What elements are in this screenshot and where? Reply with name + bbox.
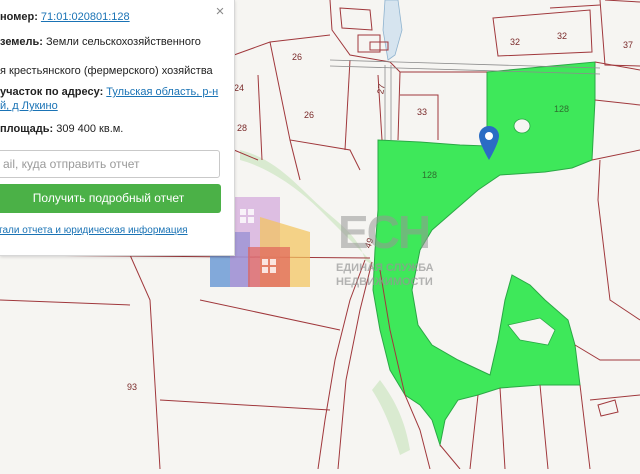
email-input[interactable] bbox=[0, 150, 220, 178]
parcel-label: 33 bbox=[417, 107, 428, 117]
address-label: участок по адресу: bbox=[0, 86, 104, 98]
parcel-label: 28 bbox=[237, 123, 248, 133]
parcel-label: 32 bbox=[510, 37, 521, 47]
parcel-label: 37 bbox=[623, 40, 634, 50]
parcel-label: 27 bbox=[375, 83, 387, 95]
close-icon[interactable]: × bbox=[213, 4, 227, 19]
logo-title: ЕСН bbox=[338, 206, 431, 258]
parcel-label: 26 bbox=[292, 52, 303, 62]
parcel-label: 128 bbox=[422, 170, 438, 180]
address-row-2: й, д Лукино bbox=[0, 99, 58, 113]
area-value: 309 400 кв.м. bbox=[56, 123, 124, 135]
land-category-row: земель: Земли сельскохозяйственного bbox=[0, 35, 201, 49]
address-row: участок по адресу: Тульская область, р-н bbox=[0, 85, 218, 99]
address-link-continued[interactable]: й, д Лукино bbox=[0, 100, 58, 112]
cadastral-number-link[interactable]: 71:01:020801:128 bbox=[41, 11, 130, 23]
parcel-label: 128 bbox=[554, 104, 570, 114]
parcel-hole bbox=[513, 118, 531, 134]
logo-subtitle: ЕДИНАЯ СЛУЖБА bbox=[336, 262, 434, 274]
parcel-label: 32 bbox=[557, 31, 568, 41]
esn-watermark-logo: ЕСН ЕДИНАЯ СЛУЖБА НЕДВИЖИМОСТИ bbox=[200, 187, 450, 297]
parcel-label: 26 bbox=[304, 110, 315, 120]
area-row: площадь: 309 400 кв.м. bbox=[0, 122, 123, 136]
permitted-use-row: я крестьянского (фермерского) хозяйства bbox=[0, 64, 213, 78]
water-strip bbox=[382, 0, 403, 61]
location-pin-icon[interactable] bbox=[479, 126, 499, 160]
parcel-label: 93 bbox=[127, 382, 138, 392]
get-report-button[interactable]: Получить подробный отчет bbox=[0, 184, 221, 213]
cadastral-number-label: номер: bbox=[0, 11, 38, 23]
cadastral-number-row: номер: 71:01:020801:128 bbox=[0, 10, 130, 24]
land-category-label: земель: bbox=[0, 36, 43, 48]
parcel-info-panel: × номер: 71:01:020801:128 земель: Земли … bbox=[0, 0, 235, 256]
land-category-value: Земли сельскохозяйственного bbox=[46, 36, 201, 48]
report-details-link[interactable]: тали отчета и юридическая информация bbox=[0, 225, 188, 236]
permitted-use-value: я крестьянского (фермерского) хозяйства bbox=[0, 65, 213, 77]
area-label: площадь: bbox=[0, 123, 54, 135]
logo-subtitle: НЕДВИЖИМОСТИ bbox=[336, 276, 433, 288]
address-link[interactable]: Тульская область, р-н bbox=[106, 86, 218, 98]
parcel-label: 24 bbox=[234, 83, 245, 93]
